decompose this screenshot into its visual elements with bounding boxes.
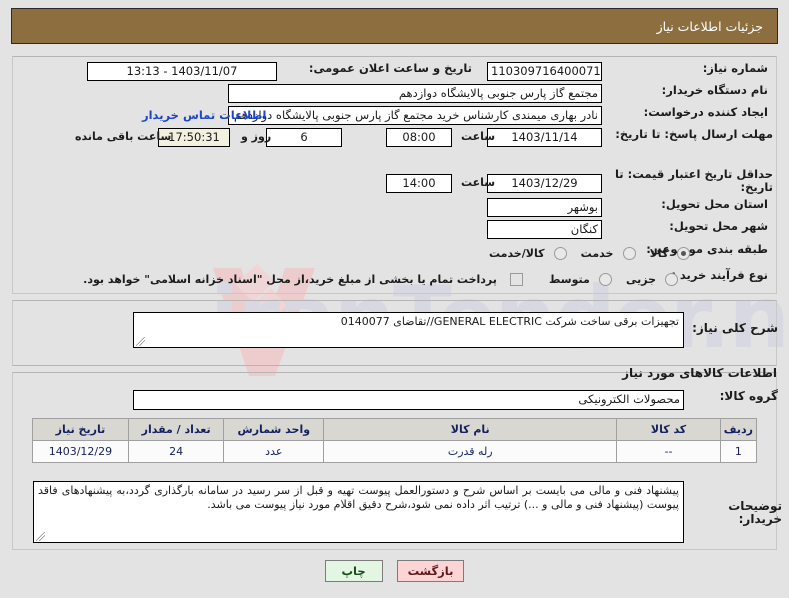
need-number-label-wrap: شماره نیاز: [608, 62, 768, 75]
treasury-checkbox-group: پرداخت تمام یا بخشی از مبلغ خرید،از محل … [63, 269, 523, 288]
cell-tarikh-niaz: 1403/12/29 [32, 440, 129, 463]
province-label: استان محل تحویل: [661, 197, 768, 211]
goods-group-value: محصولات الکترونیکی [133, 390, 684, 410]
buyer-org-label-wrap: نام دستگاه خریدار: [608, 84, 768, 97]
col-tarikh-niaz: تاریخ نیاز [32, 418, 129, 441]
page-title-text: جزئیات اطلاعات نیاز [656, 18, 763, 34]
price-validity-label: حداقل تاریخ اعتبار قیمت: تا تاریخ: [614, 167, 773, 194]
col-kod-kala: کد کالا [616, 418, 721, 441]
city-label-wrap: شهر محل تحویل: [608, 220, 768, 233]
category-radio-khedmat[interactable] [622, 247, 636, 260]
process-radio-jozyi[interactable] [665, 273, 679, 286]
province-label-wrap: استان محل تحویل: [608, 198, 768, 211]
action-button-bar: بازگشت چاپ [0, 560, 789, 582]
page-title: جزئیات اطلاعات نیاز [11, 8, 778, 44]
cell-radif: 1 [719, 440, 758, 463]
remaining-hours-label: ساعت باقی مانده [75, 130, 172, 143]
description-label: شرح کلی نیاز: [692, 321, 778, 335]
deadline-time-value: 08:00 [386, 128, 452, 147]
remaining-days-value: 6 [266, 128, 342, 147]
goods-table-header-row: ردیف کد کالا نام کالا واحد شمارش تعداد /… [32, 418, 758, 441]
goods-group-label: گروه کالا: [719, 389, 778, 403]
treasury-checkbox[interactable] [510, 273, 523, 286]
category-radio-kala-khedmat-label: کالا/خدمت [489, 247, 545, 260]
treasury-checkbox-label: پرداخت تمام یا بخشی از مبلغ خرید،از محل … [83, 273, 497, 286]
page-root: جزئیات اطلاعات نیاز شماره نیاز: 11030971… [0, 0, 789, 598]
city-label: شهر محل تحویل: [669, 219, 768, 233]
buyer-org-label: نام دستگاه خریدار: [661, 83, 768, 97]
buyer-notes-label: توضیحات خریدار: [728, 499, 782, 526]
creator-value: نادر بهاری میمندی کارشناس خرید مجتمع گاز… [228, 106, 602, 125]
cell-nam-kala: رله قدرت [323, 440, 618, 463]
process-radio-motavaset-label: متوسط [549, 273, 590, 286]
creator-label-wrap: ایجاد کننده درخواست: [608, 106, 768, 119]
deadline-label: مهلت ارسال پاسخ: تا تاریخ: [615, 127, 773, 141]
goods-table: ردیف کد کالا نام کالا واحد شمارش تعداد /… [32, 418, 758, 463]
col-tedad: تعداد / مقدار [127, 418, 225, 441]
process-label: نوع فرآیند خرید : [671, 268, 768, 282]
city-value: کنگان [487, 220, 602, 239]
category-radio-kala[interactable] [677, 247, 691, 260]
print-button[interactable]: چاپ [324, 560, 383, 582]
category-radio-group: کالا خدمت کالا/خدمت [480, 243, 691, 262]
goods-group-label-wrap: گروه کالا: [690, 390, 778, 403]
goods-section-heading: اطلاعات کالاهای مورد نیاز [622, 366, 777, 380]
category-radio-khedmat-label: خدمت [580, 247, 614, 260]
announce-date-label: تاریخ و ساعت اعلان عمومی: [308, 61, 472, 75]
price-validity-time-value: 14:00 [386, 174, 452, 193]
deadline-label-wrap: مهلت ارسال پاسخ: تا تاریخ: [608, 128, 773, 141]
process-radio-motavaset[interactable] [598, 273, 612, 286]
cell-vahed: عدد [223, 440, 325, 463]
province-value: بوشهر [487, 198, 602, 217]
buyer-notes-label-wrap: توضیحات خریدار: [690, 500, 782, 526]
need-number-label: شماره نیاز: [702, 61, 768, 75]
category-radio-kala-khedmat[interactable] [553, 247, 567, 260]
category-radio-kala-label: کالا [649, 247, 669, 260]
announce-label-wrap: تاریخ و ساعت اعلان عمومی: [282, 62, 472, 75]
price-validity-hour-label: ساعت [461, 176, 496, 189]
creator-label: ایجاد کننده درخواست: [643, 105, 768, 119]
buyer-notes-textarea[interactable]: پیشنهاد فنی و مالی می بایست بر اساس شرح … [33, 481, 684, 543]
buyer-org-value: مجتمع گاز پارس جنوبی پالایشگاه دوازدهم [228, 84, 602, 103]
description-textarea[interactable]: تجهیزات برقی ساخت شرکت GENERAL ELECTRIC/… [133, 312, 684, 348]
buyer-contact-link[interactable]: اطلاعات تماس خریدار [142, 108, 266, 122]
price-validity-label-wrap: حداقل تاریخ اعتبار قیمت: تا تاریخ: [608, 168, 773, 194]
back-button[interactable]: بازگشت [396, 560, 465, 582]
col-radif: ردیف [719, 418, 758, 441]
price-validity-date-value: 1403/12/29 [487, 174, 602, 193]
process-radio-group: جزیی متوسط [540, 269, 679, 288]
cell-tedad: 24 [127, 440, 225, 463]
col-nam-kala: نام کالا [323, 418, 618, 441]
table-row: 1 -- رله قدرت عدد 24 1403/12/29 [32, 440, 758, 463]
description-label-wrap: شرح کلی نیاز: [690, 322, 778, 335]
remaining-days-label: روز و [241, 130, 272, 143]
col-vahed: واحد شمارش [223, 418, 325, 441]
deadline-date-value: 1403/11/14 [487, 128, 602, 147]
deadline-hour-label: ساعت [461, 130, 496, 143]
need-number-value: 1103097164000710 [487, 62, 602, 81]
announce-date-value: 13:13 - 1403/11/07 [87, 62, 277, 81]
process-radio-jozyi-label: جزیی [625, 273, 657, 286]
cell-kod-kala: -- [616, 440, 721, 463]
